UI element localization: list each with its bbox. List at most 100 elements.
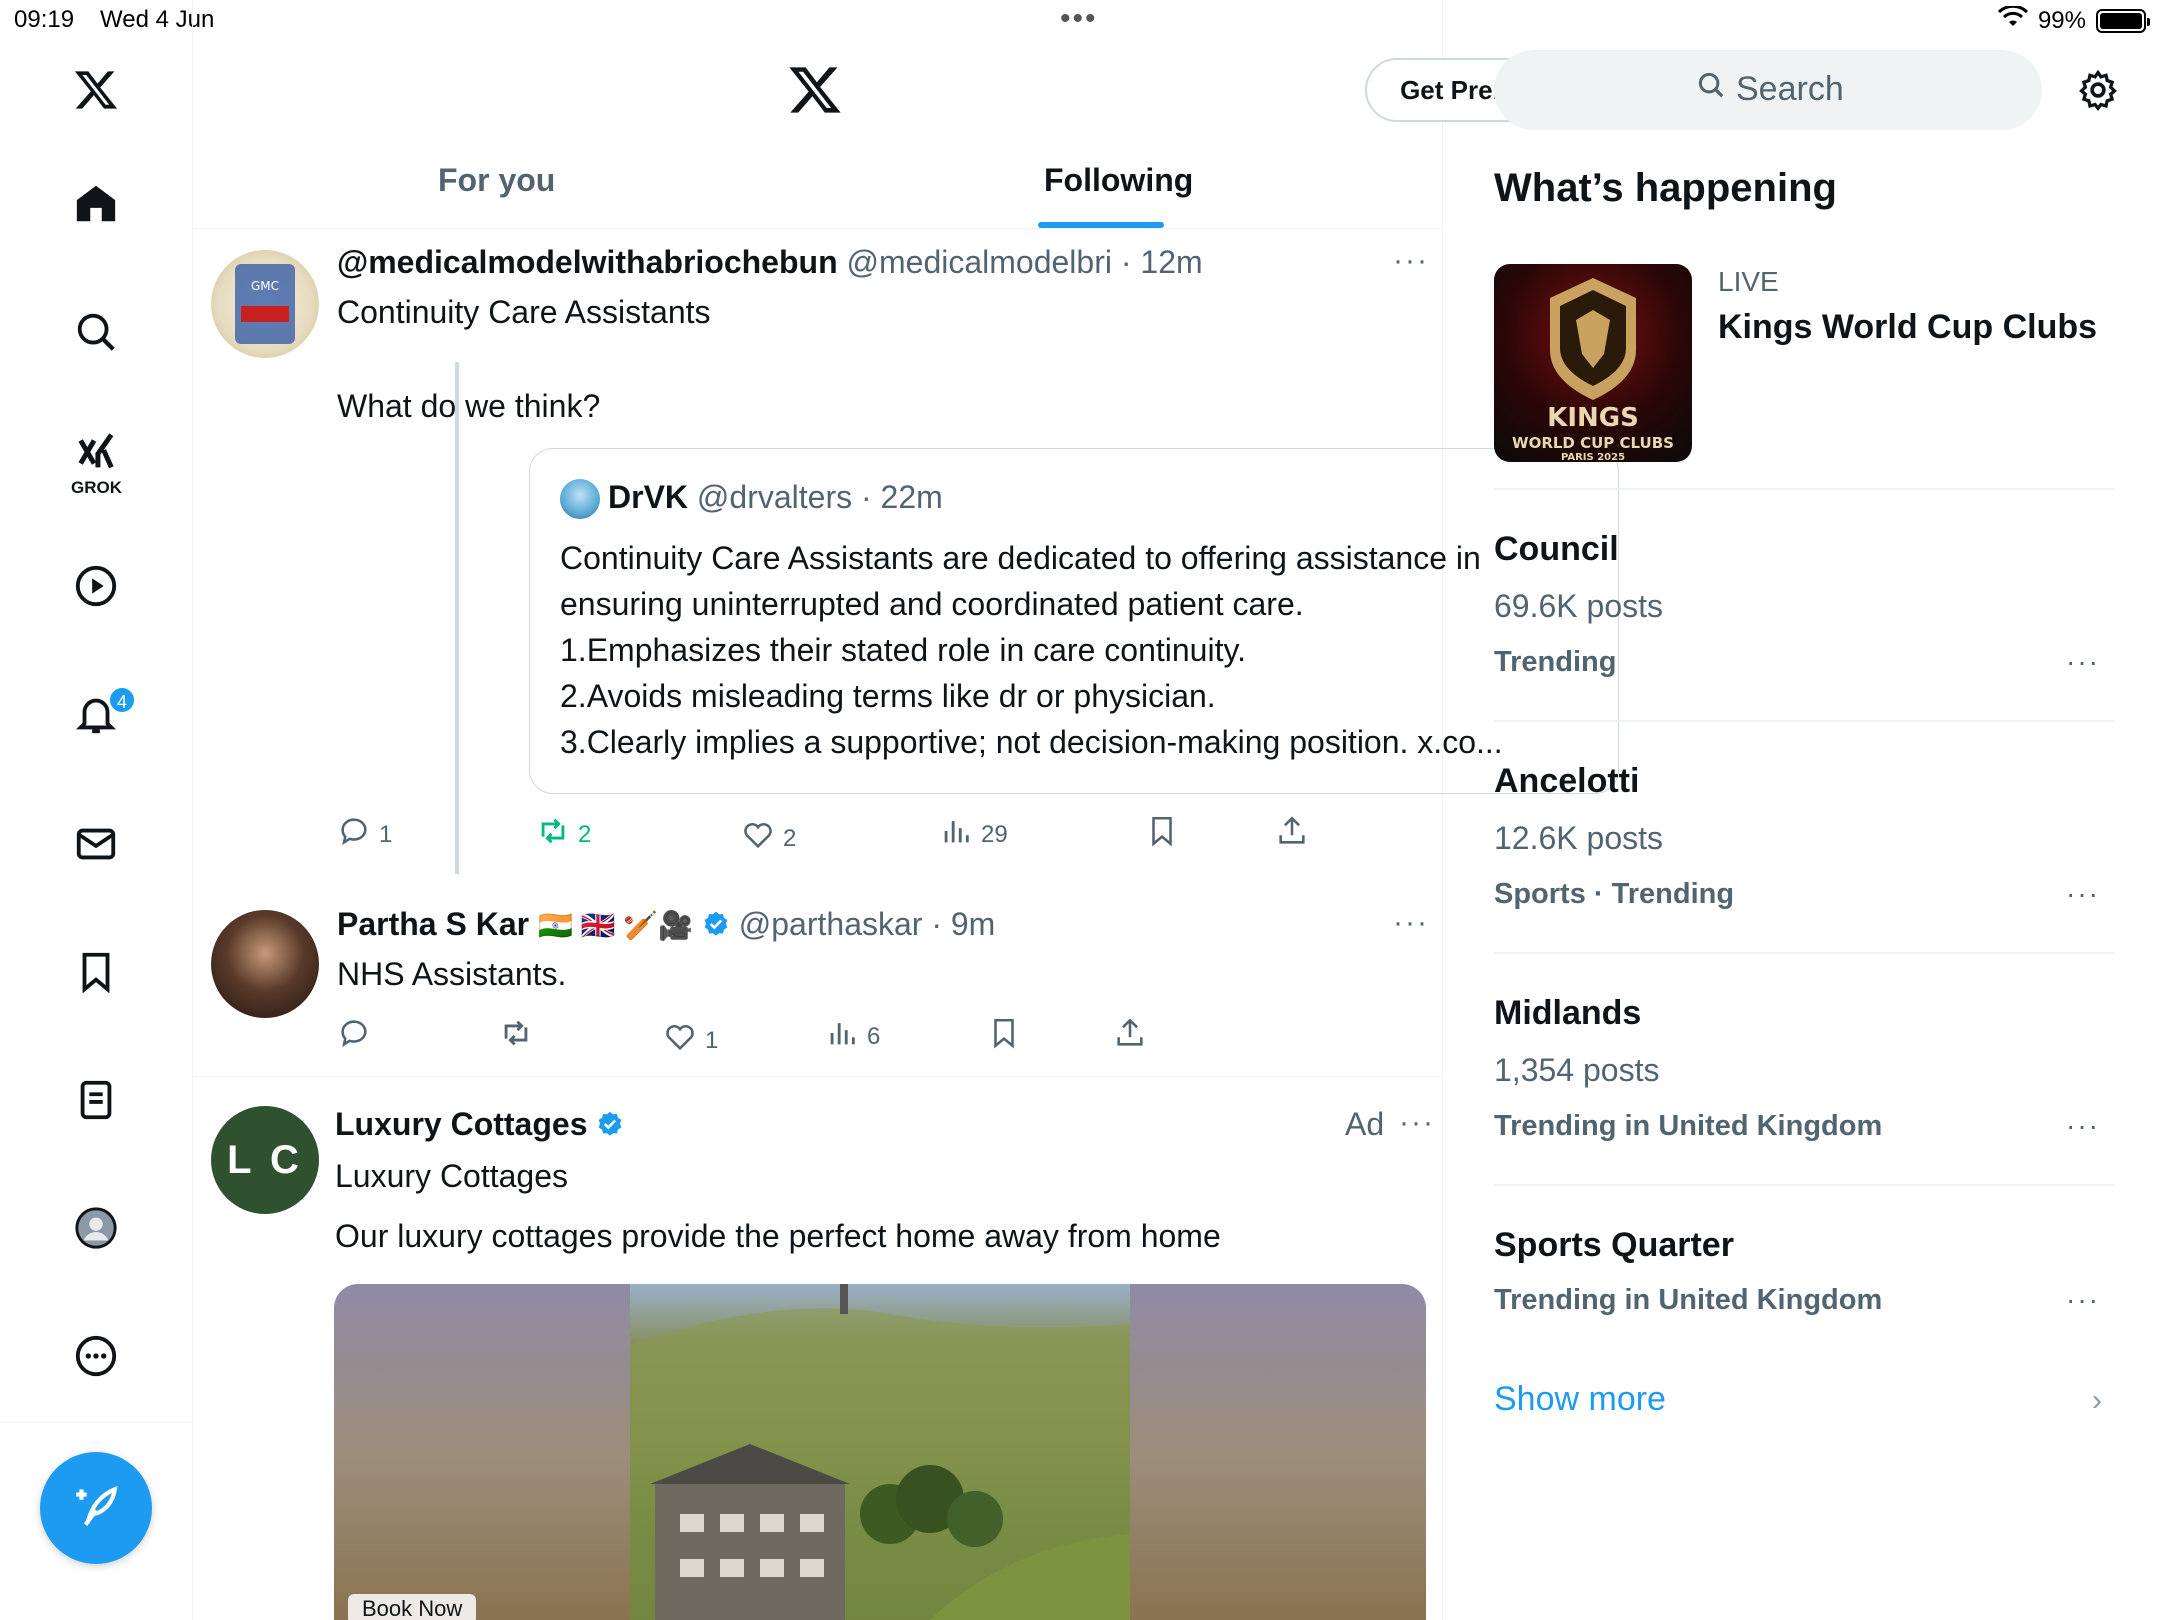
trend-meta: Trending [1494, 646, 1617, 678]
x-logo-icon[interactable] [66, 60, 126, 120]
notifications-badge: 4 [108, 686, 136, 714]
verified-badge-icon [596, 1106, 624, 1142]
grok-label: GROK [71, 478, 122, 497]
trend-title[interactable]: Midlands [1494, 994, 1641, 1033]
mail-icon[interactable] [66, 814, 126, 874]
tab-for-you[interactable]: For you [438, 162, 555, 199]
trend-more-button[interactable]: ··· [2066, 1284, 2100, 1316]
post-subtitle: Luxury Cottages [335, 1158, 569, 1194]
bookmark-button[interactable] [1145, 814, 1179, 855]
search-icon [1696, 70, 1726, 109]
live-event-title[interactable]: Kings World Cup Clubs [1718, 308, 2097, 347]
tab-following[interactable]: Following [1044, 162, 1193, 199]
share-button[interactable] [1275, 814, 1309, 855]
trend-title[interactable]: Sports Quarter [1494, 1226, 1734, 1265]
repost-button[interactable]: 2 [536, 814, 591, 855]
post-author-emoji: 🇮🇳 🇬🇧 🏏🎥 [537, 910, 693, 941]
trend-title[interactable]: Council [1494, 530, 1619, 569]
trend-posts: 69.6K posts [1494, 588, 1663, 624]
tabs-divider [193, 228, 1443, 229]
quoted-author-name: DrVK [608, 479, 689, 515]
show-more-link[interactable]: Show more [1494, 1380, 1666, 1419]
home-icon[interactable] [66, 174, 126, 234]
post-header: Partha S Kar 🇮🇳 🇬🇧 🏏🎥 @parthaskar · 9m [337, 906, 995, 943]
trend-more-button[interactable]: ··· [2066, 878, 2100, 910]
thread-line [455, 362, 459, 874]
gear-icon[interactable] [2076, 68, 2120, 117]
status-right: 99% [1997, 4, 2150, 35]
video-icon[interactable] [66, 556, 126, 616]
heart-icon [741, 818, 775, 859]
ad-media[interactable]: Book Now [334, 1284, 1426, 1620]
post-time[interactable]: · 9m [931, 906, 995, 942]
quoted-line: ensuring uninterrupted and coordinated p… [560, 586, 1304, 622]
reply-button[interactable] [337, 1016, 379, 1057]
bookmark-button[interactable] [987, 1016, 1021, 1057]
post-text: What do we think? [337, 388, 601, 424]
verified-badge-icon [702, 906, 730, 942]
live-image-title: KINGS [1547, 403, 1639, 433]
trend-more-button[interactable]: ··· [2066, 646, 2100, 678]
avatar[interactable]: L C [211, 1106, 319, 1214]
svg-text:GMC: GMC [251, 279, 279, 293]
like-button[interactable]: 2 [741, 818, 796, 859]
post-divider [193, 1076, 1443, 1077]
compose-icon [71, 1481, 121, 1536]
views-icon [825, 1016, 859, 1057]
post-header: Luxury Cottages [335, 1106, 624, 1143]
trend-divider [1494, 488, 2114, 490]
reply-icon [337, 1016, 371, 1057]
trend-meta: Trending in United Kingdom [1494, 1110, 1883, 1142]
avatar[interactable] [211, 910, 319, 1018]
views-button[interactable]: 6 [825, 1016, 880, 1057]
post-author-name[interactable]: Luxury Cottages [335, 1106, 587, 1142]
book-now-button[interactable]: Book Now [348, 1594, 477, 1620]
cottage-photo [630, 1284, 1130, 1620]
bookmark-icon[interactable] [66, 942, 126, 1002]
live-image-subtitle: WORLD CUP CLUBS [1512, 434, 1674, 452]
post-author-handle[interactable]: @parthaskar [739, 906, 923, 942]
reply-button[interactable]: 1 [337, 814, 392, 855]
share-button[interactable] [1113, 1016, 1147, 1057]
left-navigation: GROK 4 [0, 0, 193, 1620]
search-input[interactable]: Search [1494, 50, 2042, 130]
post-text: Continuity Care Assistants [337, 294, 711, 330]
ad-label: Ad [1345, 1106, 1385, 1142]
trend-more-button[interactable]: ··· [2066, 1110, 2100, 1142]
like-count: 1 [705, 1026, 719, 1054]
post-author-handle[interactable]: @medicalmodelbri [847, 244, 1112, 280]
wifi-icon [1997, 4, 2029, 35]
bookmark-icon [987, 1016, 1021, 1057]
quoted-post-time: · 22m [860, 479, 943, 515]
trend-divider [1494, 1184, 2114, 1186]
live-event-image[interactable]: KINGS WORLD CUP CLUBS PARIS 2025 [1494, 264, 1692, 462]
like-button[interactable]: 1 [663, 1020, 718, 1061]
battery-icon [2096, 8, 2150, 33]
repost-button[interactable] [499, 1016, 541, 1057]
reply-icon [337, 814, 371, 855]
post-text: NHS Assistants. [337, 956, 567, 992]
post-more-button[interactable]: ··· [1393, 906, 1429, 940]
avatar-initials: L C [227, 1137, 303, 1182]
avatar[interactable]: GMC [211, 250, 319, 358]
grok-icon[interactable] [66, 422, 126, 482]
quoted-post[interactable]: DrVK @drvalters · 22m Continuity Care As… [529, 448, 1619, 794]
post-more-button[interactable]: ··· [1399, 1106, 1435, 1140]
like-count: 2 [783, 824, 797, 852]
heart-icon [663, 1020, 697, 1061]
compose-button[interactable] [40, 1452, 152, 1564]
trend-meta: Trending in United Kingdom [1494, 1284, 1883, 1316]
views-count: 6 [867, 1022, 881, 1050]
lists-icon[interactable] [66, 1070, 126, 1130]
more-icon[interactable] [66, 1326, 126, 1386]
post-more-button[interactable]: ··· [1393, 244, 1429, 278]
views-button[interactable]: 29 [939, 814, 1008, 855]
profile-icon[interactable] [66, 1198, 126, 1258]
quoted-line: 1.Emphasizes their stated role in care c… [560, 632, 1246, 668]
post-author-name[interactable]: @medicalmodelwithabriochebun [337, 244, 838, 280]
trend-title[interactable]: Ancelotti [1494, 762, 1639, 801]
trend-divider [1494, 952, 2114, 954]
post-time[interactable]: · 12m [1121, 244, 1203, 280]
post-author-name[interactable]: Partha S Kar [337, 906, 529, 942]
search-icon[interactable] [66, 302, 126, 362]
